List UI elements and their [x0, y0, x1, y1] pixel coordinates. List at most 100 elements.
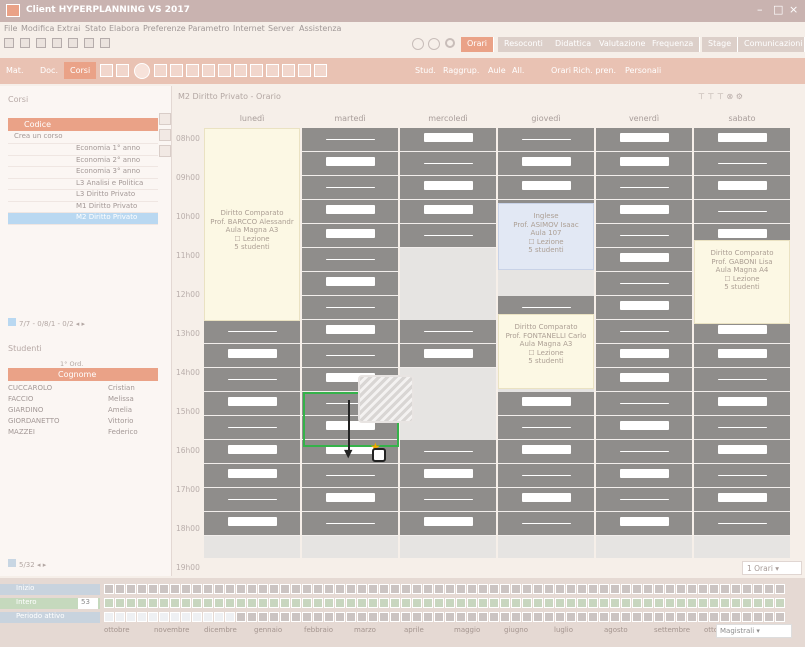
slot-cell[interactable] [302, 344, 398, 368]
back-icon[interactable] [412, 38, 424, 50]
month-label[interactable]: dicembre [204, 626, 237, 634]
week-box[interactable] [368, 612, 378, 622]
week-box[interactable] [687, 598, 697, 608]
week-box[interactable] [511, 584, 521, 594]
week-box[interactable] [753, 612, 763, 622]
week-box[interactable] [423, 598, 433, 608]
week-box[interactable] [379, 584, 389, 594]
edit2-icon[interactable] [202, 64, 215, 77]
week-box[interactable] [533, 612, 543, 622]
week-box[interactable] [390, 598, 400, 608]
slot-cell[interactable] [596, 344, 692, 368]
week-box[interactable] [258, 598, 268, 608]
week-box[interactable] [566, 612, 576, 622]
week-box[interactable] [632, 584, 642, 594]
week-box[interactable] [445, 598, 455, 608]
slot-cell[interactable] [400, 320, 496, 344]
week-box[interactable] [720, 612, 730, 622]
week-box[interactable] [126, 598, 136, 608]
week-box[interactable] [192, 612, 202, 622]
week-box[interactable] [126, 612, 136, 622]
week-box[interactable] [335, 612, 345, 622]
week-box[interactable] [236, 584, 246, 594]
slot-cell[interactable] [694, 200, 790, 224]
star-icon[interactable] [298, 64, 311, 77]
settings-icon[interactable] [100, 38, 110, 48]
course-row[interactable]: Economia 1° anno [8, 144, 158, 156]
week-box[interactable] [654, 612, 664, 622]
week-box[interactable] [346, 598, 356, 608]
week-box[interactable] [225, 598, 235, 608]
month-label[interactable]: agosto [604, 626, 628, 634]
week-box[interactable] [313, 584, 323, 594]
week-box[interactable] [434, 598, 444, 608]
week-box[interactable] [368, 598, 378, 608]
week-box[interactable] [214, 584, 224, 594]
week-box[interactable] [412, 584, 422, 594]
view-toggle-icons[interactable]: ⊤ ⊤ ⊤ ⊗ ⚙ [698, 92, 743, 101]
week-box[interactable] [456, 584, 466, 594]
week-box[interactable] [676, 584, 686, 594]
search-icon[interactable] [445, 38, 455, 48]
slot-cell[interactable] [596, 512, 692, 536]
slot-cell[interactable] [498, 176, 594, 200]
week-box[interactable] [621, 584, 631, 594]
week-box[interactable] [269, 598, 279, 608]
tab-corsi[interactable]: Corsi [64, 62, 97, 79]
week-box[interactable] [203, 598, 213, 608]
week-box[interactable] [401, 584, 411, 594]
week-box[interactable] [698, 598, 708, 608]
slot-cell[interactable] [694, 368, 790, 392]
week-box[interactable] [753, 598, 763, 608]
student-row[interactable]: CUCCAROLO Cristian [8, 384, 158, 395]
week-box[interactable] [115, 584, 125, 594]
week-box[interactable] [467, 598, 477, 608]
course-row[interactable]: Economia 2° anno [8, 156, 158, 167]
slot-cell[interactable] [596, 392, 692, 416]
menu-stato[interactable]: Stato [85, 24, 106, 33]
slot-cell[interactable] [302, 128, 398, 152]
week-box[interactable] [159, 612, 169, 622]
week-box[interactable] [764, 612, 774, 622]
tab-raggruppamenti[interactable]: Raggrup. [443, 66, 479, 75]
week-box[interactable] [225, 612, 235, 622]
week-box[interactable] [170, 584, 180, 594]
week-box[interactable] [588, 584, 598, 594]
week-box[interactable] [588, 598, 598, 608]
slot-cell[interactable] [694, 416, 790, 440]
slot-cell[interactable] [302, 224, 398, 248]
slot-cell[interactable] [498, 128, 594, 152]
month-label[interactable]: aprile [404, 626, 424, 634]
week-box[interactable] [302, 584, 312, 594]
course-row[interactable]: L3 Diritto Privato [8, 190, 158, 202]
week-box[interactable] [621, 598, 631, 608]
week-box[interactable] [610, 598, 620, 608]
tab-docenti[interactable]: Doc. [40, 66, 58, 75]
week-box[interactable] [687, 584, 697, 594]
week-box[interactable] [478, 598, 488, 608]
week-box[interactable] [456, 598, 466, 608]
week-box[interactable] [445, 584, 455, 594]
tab-didattica[interactable]: Didattica [549, 37, 599, 52]
week-box[interactable] [291, 598, 301, 608]
view-select[interactable]: 1 Orari ▾ [742, 561, 802, 575]
week-box[interactable] [137, 584, 147, 594]
week-box[interactable] [313, 598, 323, 608]
week-box[interactable] [258, 584, 268, 594]
slot-cell[interactable] [400, 488, 496, 512]
tab-richieste[interactable]: Rich. pren. [573, 66, 616, 75]
week-box[interactable] [148, 612, 158, 622]
week-box[interactable] [115, 598, 125, 608]
menu-modifica[interactable]: Modifica [21, 24, 54, 33]
slot-cell[interactable] [694, 128, 790, 152]
week-box[interactable] [731, 598, 741, 608]
slot-cell[interactable] [400, 440, 496, 464]
tab-comunicazioni[interactable]: Comunicazioni [738, 37, 805, 52]
grid-icon[interactable] [154, 64, 167, 77]
week-box[interactable] [522, 612, 532, 622]
week-box[interactable] [632, 598, 642, 608]
slot-cell[interactable] [596, 320, 692, 344]
course-row[interactable]: M2 Diritto Privato [8, 213, 158, 225]
week-box[interactable] [214, 598, 224, 608]
slot-cell[interactable] [694, 392, 790, 416]
